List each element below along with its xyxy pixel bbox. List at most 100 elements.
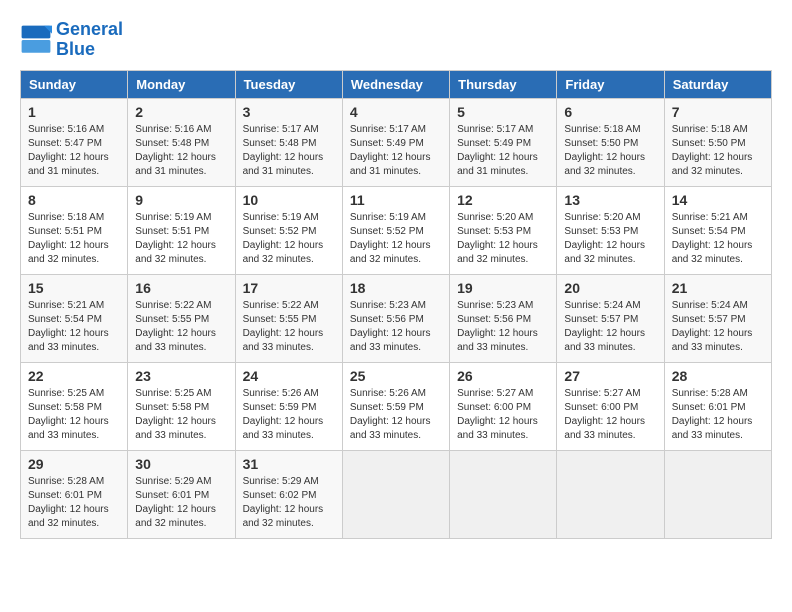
calendar-cell: 13 Sunrise: 5:20 AM Sunset: 5:53 PM Dayl… [557,186,664,274]
day-number: 31 [243,456,335,472]
day-number: 8 [28,192,120,208]
day-number: 28 [672,368,764,384]
calendar-cell: 19 Sunrise: 5:23 AM Sunset: 5:56 PM Dayl… [450,274,557,362]
day-number: 1 [28,104,120,120]
day-number: 4 [350,104,442,120]
calendar-cell: 15 Sunrise: 5:21 AM Sunset: 5:54 PM Dayl… [21,274,128,362]
day-info: Sunrise: 5:21 AM Sunset: 5:54 PM Dayligh… [28,299,120,355]
day-info: Sunrise: 5:22 AM Sunset: 5:55 PM Dayligh… [243,299,335,355]
calendar-cell: 22 Sunrise: 5:25 AM Sunset: 5:58 PM Dayl… [21,362,128,450]
day-info: Sunrise: 5:20 AM Sunset: 5:53 PM Dayligh… [457,211,549,267]
day-info: Sunrise: 5:21 AM Sunset: 5:54 PM Dayligh… [672,211,764,267]
calendar-cell: 28 Sunrise: 5:28 AM Sunset: 6:01 PM Dayl… [664,362,771,450]
day-info: Sunrise: 5:19 AM Sunset: 5:52 PM Dayligh… [350,211,442,267]
day-info: Sunrise: 5:26 AM Sunset: 5:59 PM Dayligh… [350,387,442,443]
day-number: 23 [135,368,227,384]
calendar-cell: 11 Sunrise: 5:19 AM Sunset: 5:52 PM Dayl… [342,186,449,274]
day-info: Sunrise: 5:17 AM Sunset: 5:49 PM Dayligh… [350,123,442,179]
day-info: Sunrise: 5:23 AM Sunset: 5:56 PM Dayligh… [457,299,549,355]
day-number: 2 [135,104,227,120]
day-number: 13 [564,192,656,208]
header-saturday: Saturday [664,70,771,98]
calendar-week-4: 22 Sunrise: 5:25 AM Sunset: 5:58 PM Dayl… [21,362,772,450]
calendar-cell [664,450,771,538]
day-info: Sunrise: 5:18 AM Sunset: 5:51 PM Dayligh… [28,211,120,267]
day-info: Sunrise: 5:26 AM Sunset: 5:59 PM Dayligh… [243,387,335,443]
calendar-cell: 14 Sunrise: 5:21 AM Sunset: 5:54 PM Dayl… [664,186,771,274]
calendar-week-2: 8 Sunrise: 5:18 AM Sunset: 5:51 PM Dayli… [21,186,772,274]
calendar-table: SundayMondayTuesdayWednesdayThursdayFrid… [20,70,772,539]
calendar-cell: 31 Sunrise: 5:29 AM Sunset: 6:02 PM Dayl… [235,450,342,538]
calendar-cell: 12 Sunrise: 5:20 AM Sunset: 5:53 PM Dayl… [450,186,557,274]
day-number: 29 [28,456,120,472]
day-number: 7 [672,104,764,120]
calendar-cell [450,450,557,538]
calendar-cell: 23 Sunrise: 5:25 AM Sunset: 5:58 PM Dayl… [128,362,235,450]
calendar-cell: 21 Sunrise: 5:24 AM Sunset: 5:57 PM Dayl… [664,274,771,362]
day-number: 6 [564,104,656,120]
day-info: Sunrise: 5:19 AM Sunset: 5:51 PM Dayligh… [135,211,227,267]
day-info: Sunrise: 5:17 AM Sunset: 5:48 PM Dayligh… [243,123,335,179]
calendar-cell: 7 Sunrise: 5:18 AM Sunset: 5:50 PM Dayli… [664,98,771,186]
calendar-cell: 27 Sunrise: 5:27 AM Sunset: 6:00 PM Dayl… [557,362,664,450]
day-number: 12 [457,192,549,208]
day-number: 17 [243,280,335,296]
day-info: Sunrise: 5:28 AM Sunset: 6:01 PM Dayligh… [672,387,764,443]
day-number: 3 [243,104,335,120]
header-tuesday: Tuesday [235,70,342,98]
day-number: 30 [135,456,227,472]
calendar-cell: 29 Sunrise: 5:28 AM Sunset: 6:01 PM Dayl… [21,450,128,538]
calendar-cell: 9 Sunrise: 5:19 AM Sunset: 5:51 PM Dayli… [128,186,235,274]
day-info: Sunrise: 5:27 AM Sunset: 6:00 PM Dayligh… [564,387,656,443]
header-monday: Monday [128,70,235,98]
day-info: Sunrise: 5:25 AM Sunset: 5:58 PM Dayligh… [28,387,120,443]
logo-text: General Blue [56,20,123,60]
calendar-cell: 18 Sunrise: 5:23 AM Sunset: 5:56 PM Dayl… [342,274,449,362]
day-info: Sunrise: 5:18 AM Sunset: 5:50 PM Dayligh… [564,123,656,179]
day-info: Sunrise: 5:25 AM Sunset: 5:58 PM Dayligh… [135,387,227,443]
day-info: Sunrise: 5:18 AM Sunset: 5:50 PM Dayligh… [672,123,764,179]
header-sunday: Sunday [21,70,128,98]
header-thursday: Thursday [450,70,557,98]
day-number: 26 [457,368,549,384]
day-number: 22 [28,368,120,384]
calendar-cell: 8 Sunrise: 5:18 AM Sunset: 5:51 PM Dayli… [21,186,128,274]
day-number: 18 [350,280,442,296]
header-wednesday: Wednesday [342,70,449,98]
day-number: 27 [564,368,656,384]
calendar-cell: 25 Sunrise: 5:26 AM Sunset: 5:59 PM Dayl… [342,362,449,450]
calendar-header-row: SundayMondayTuesdayWednesdayThursdayFrid… [21,70,772,98]
day-info: Sunrise: 5:23 AM Sunset: 5:56 PM Dayligh… [350,299,442,355]
day-number: 16 [135,280,227,296]
day-number: 21 [672,280,764,296]
day-info: Sunrise: 5:24 AM Sunset: 5:57 PM Dayligh… [564,299,656,355]
day-info: Sunrise: 5:20 AM Sunset: 5:53 PM Dayligh… [564,211,656,267]
day-info: Sunrise: 5:28 AM Sunset: 6:01 PM Dayligh… [28,475,120,531]
day-info: Sunrise: 5:29 AM Sunset: 6:01 PM Dayligh… [135,475,227,531]
day-number: 5 [457,104,549,120]
day-number: 14 [672,192,764,208]
logo-icon [20,24,52,56]
page-header: General Blue [20,20,772,60]
day-number: 11 [350,192,442,208]
calendar-week-1: 1 Sunrise: 5:16 AM Sunset: 5:47 PM Dayli… [21,98,772,186]
calendar-cell: 3 Sunrise: 5:17 AM Sunset: 5:48 PM Dayli… [235,98,342,186]
day-info: Sunrise: 5:27 AM Sunset: 6:00 PM Dayligh… [457,387,549,443]
calendar-cell: 30 Sunrise: 5:29 AM Sunset: 6:01 PM Dayl… [128,450,235,538]
calendar-cell [342,450,449,538]
calendar-week-5: 29 Sunrise: 5:28 AM Sunset: 6:01 PM Dayl… [21,450,772,538]
day-number: 25 [350,368,442,384]
header-friday: Friday [557,70,664,98]
day-info: Sunrise: 5:24 AM Sunset: 5:57 PM Dayligh… [672,299,764,355]
day-number: 10 [243,192,335,208]
day-number: 9 [135,192,227,208]
calendar-cell: 6 Sunrise: 5:18 AM Sunset: 5:50 PM Dayli… [557,98,664,186]
logo: General Blue [20,20,123,60]
day-info: Sunrise: 5:22 AM Sunset: 5:55 PM Dayligh… [135,299,227,355]
calendar-week-3: 15 Sunrise: 5:21 AM Sunset: 5:54 PM Dayl… [21,274,772,362]
day-number: 20 [564,280,656,296]
day-number: 24 [243,368,335,384]
calendar-cell: 4 Sunrise: 5:17 AM Sunset: 5:49 PM Dayli… [342,98,449,186]
day-info: Sunrise: 5:29 AM Sunset: 6:02 PM Dayligh… [243,475,335,531]
calendar-cell: 16 Sunrise: 5:22 AM Sunset: 5:55 PM Dayl… [128,274,235,362]
